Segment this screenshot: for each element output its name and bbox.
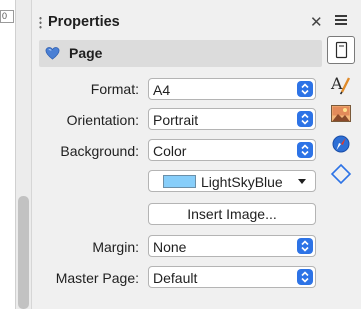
updown-arrows-icon: [297, 142, 313, 158]
updown-arrows-icon: [297, 81, 313, 97]
updown-arrows-icon: [297, 111, 313, 127]
master-page-value: Default: [153, 270, 198, 286]
vertical-scrollbar[interactable]: [16, 0, 32, 309]
format-value: A4: [153, 82, 171, 98]
margin-label: Margin:: [92, 239, 139, 255]
orientation-label: Orientation:: [66, 112, 139, 128]
panel-grip-handle[interactable]: [39, 16, 42, 30]
orientation-select[interactable]: Portrait: [148, 108, 316, 130]
page-properties-icon[interactable]: [327, 36, 355, 64]
color-swatch: [163, 175, 196, 188]
document-field: 0: [0, 10, 14, 23]
master-page-label: Master Page:: [55, 270, 139, 286]
gallery-icon[interactable]: [327, 100, 355, 128]
background-value: Color: [153, 143, 187, 159]
format-label: Format:: [90, 81, 139, 97]
margin-select[interactable]: None: [148, 235, 316, 257]
document-edge: 0: [0, 0, 16, 309]
updown-arrows-icon: [297, 238, 313, 254]
insert-image-button[interactable]: Insert Image...: [148, 203, 316, 225]
color-name: LightSkyBlue: [201, 174, 283, 190]
format-select[interactable]: A4: [148, 78, 316, 100]
page-section-header[interactable]: Page: [39, 40, 322, 67]
hamburger-menu-icon[interactable]: [335, 15, 347, 25]
panel-title: Properties: [48, 14, 120, 30]
properties-panel: Properties ✕ Page Format: A4 Orientation…: [33, 0, 323, 309]
sidebar-tab-deck: A: [322, 0, 361, 309]
navigator-icon[interactable]: [327, 130, 355, 158]
orientation-value: Portrait: [153, 112, 199, 128]
master-page-select[interactable]: Default: [148, 266, 316, 288]
background-label: Background:: [60, 143, 139, 159]
styles-icon[interactable]: A: [327, 70, 355, 98]
margin-value: None: [153, 239, 187, 255]
background-select[interactable]: Color: [148, 139, 316, 161]
svg-text:A: A: [330, 74, 343, 93]
scrollbar-thumb[interactable]: [18, 196, 29, 309]
dropdown-arrow-icon: [298, 179, 306, 184]
shapes-icon[interactable]: [327, 160, 355, 188]
section-title: Page: [69, 45, 103, 61]
background-color-dropdown[interactable]: LightSkyBlue: [148, 170, 316, 192]
heart-icon: [45, 46, 60, 61]
close-icon[interactable]: ✕: [310, 13, 323, 31]
updown-arrows-icon: [297, 269, 313, 285]
